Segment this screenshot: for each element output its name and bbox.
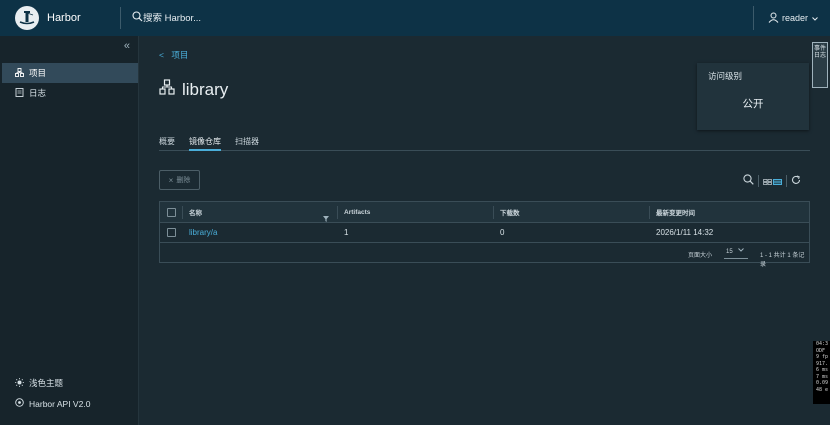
back-chevron-icon: < — [159, 50, 164, 60]
user-menu[interactable]: reader — [752, 6, 818, 30]
page-title: library — [159, 79, 228, 100]
page-size-select[interactable]: 15 — [724, 246, 748, 259]
select-all-cell — [160, 202, 182, 222]
theme-toggle[interactable]: 浅色主题 — [15, 377, 63, 389]
search-icon — [132, 9, 143, 27]
delete-label: 删除 — [176, 177, 191, 184]
sidebar-item-logs[interactable]: 日志 — [2, 83, 138, 103]
pagination-info: 1 - 1 共计 1 条记录 — [760, 253, 805, 268]
repo-name-cell: library/a — [182, 223, 337, 242]
event-log-tab[interactable]: 事件日志 — [812, 42, 828, 88]
brand[interactable]: Harbor — [0, 0, 120, 36]
breadcrumb[interactable]: < 项目 — [159, 49, 188, 61]
close-icon: × — [168, 175, 174, 185]
updated-cell: 2026/1/11 14:32 — [656, 228, 714, 237]
chevron-down-icon — [812, 13, 818, 23]
debug-overlay: 04:3 ODF 9 fp 917. 6 ms 7 ms 0.09 48 e — [813, 341, 830, 404]
theme-toggle-label: 浅色主题 — [29, 378, 64, 388]
delete-button[interactable]: × 删除 — [159, 170, 200, 190]
pulls-cell: 0 — [500, 228, 505, 237]
page-size-value: 15 — [726, 249, 733, 255]
access-level-value: 公开 — [742, 98, 764, 110]
api-explorer-link[interactable]: Harbor API V2.0 — [15, 398, 90, 409]
logs-icon — [15, 87, 29, 99]
debug-line: 6 ms — [816, 367, 829, 373]
api-icon — [15, 398, 29, 409]
tab-repositories[interactable]: 镜像仓库 — [189, 136, 221, 151]
sidebar-item-projects[interactable]: 项目 — [2, 63, 138, 83]
main-content: < 项目 library 访问级别 公开 概要 镜像仓库 扫描器 × 删除 名称… — [139, 36, 830, 425]
search-input[interactable] — [143, 12, 343, 24]
sidebar-item-label: 日志 — [29, 88, 47, 98]
card-view-icon[interactable] — [763, 172, 772, 190]
table-footer: 页面大小 15 1 - 1 共计 1 条记录 — [160, 243, 809, 268]
project-name: library — [182, 79, 229, 99]
breadcrumb-projects-link[interactable]: 项目 — [171, 50, 188, 60]
user-name: reader — [781, 13, 808, 23]
top-header: Harbor reader — [0, 0, 830, 36]
debug-line: 48 e — [816, 386, 829, 393]
header-right: reader — [752, 0, 818, 36]
harbor-logo-icon — [15, 6, 39, 30]
column-header-label: 下载数 — [500, 210, 520, 217]
app-name: Harbor — [47, 12, 81, 24]
collapse-sidebar-icon[interactable]: « — [124, 40, 130, 52]
column-header-updated[interactable]: 最新变更时间 — [649, 202, 809, 222]
search-icon[interactable] — [743, 172, 754, 190]
debug-line: 04:3 — [816, 341, 829, 347]
column-header-label: Artifacts — [344, 208, 371, 216]
repo-link[interactable]: library/a — [189, 228, 217, 237]
tab-scanner[interactable]: 扫描器 — [235, 136, 259, 151]
column-header-artifacts[interactable]: Artifacts — [337, 202, 493, 222]
access-level-card: 访问级别 公开 — [697, 63, 809, 130]
sidebar-item-label: 项目 — [29, 68, 47, 78]
sun-icon — [15, 377, 29, 389]
chevron-down-icon — [738, 247, 744, 254]
table-row[interactable]: library/a 1 0 2026/1/11 14:32 — [160, 223, 809, 243]
page-size-label: 页面大小 — [688, 253, 713, 259]
row-select-cell — [160, 223, 182, 242]
column-header-pulls[interactable]: 下载数 — [493, 202, 649, 222]
user-icon — [768, 12, 779, 25]
column-header-label: 名称 — [189, 210, 202, 217]
tab-summary[interactable]: 概要 — [159, 136, 175, 151]
divider — [786, 175, 787, 187]
refresh-icon[interactable] — [791, 172, 801, 190]
debug-line: 0.09 — [816, 380, 829, 386]
grid-toolbar — [743, 172, 801, 190]
project-tabs: 概要 镜像仓库 扫描器 — [159, 134, 810, 151]
column-header-name[interactable]: 名称 — [182, 202, 337, 222]
select-all-checkbox[interactable] — [167, 207, 176, 217]
access-level-label: 访问级别 — [708, 71, 743, 81]
list-view-icon[interactable] — [773, 172, 782, 190]
column-header-label: 最新变更时间 — [656, 210, 695, 217]
project-icon — [159, 79, 182, 100]
debug-line: 9 fp — [816, 354, 829, 360]
api-label: Harbor API V2.0 — [29, 398, 91, 409]
global-search[interactable] — [121, 9, 421, 27]
row-checkbox[interactable] — [167, 228, 176, 237]
projects-icon — [15, 67, 29, 79]
repositories-table: 名称 Artifacts 下载数 最新变更时间 library/a 1 0 20… — [159, 201, 810, 268]
artifacts-cell: 1 — [344, 228, 349, 237]
divider — [758, 175, 759, 187]
sidebar: « 项目 日志 浅色主题 Harbor API V2.0 — [0, 36, 139, 425]
table-header: 名称 Artifacts 下载数 最新变更时间 — [160, 202, 809, 223]
